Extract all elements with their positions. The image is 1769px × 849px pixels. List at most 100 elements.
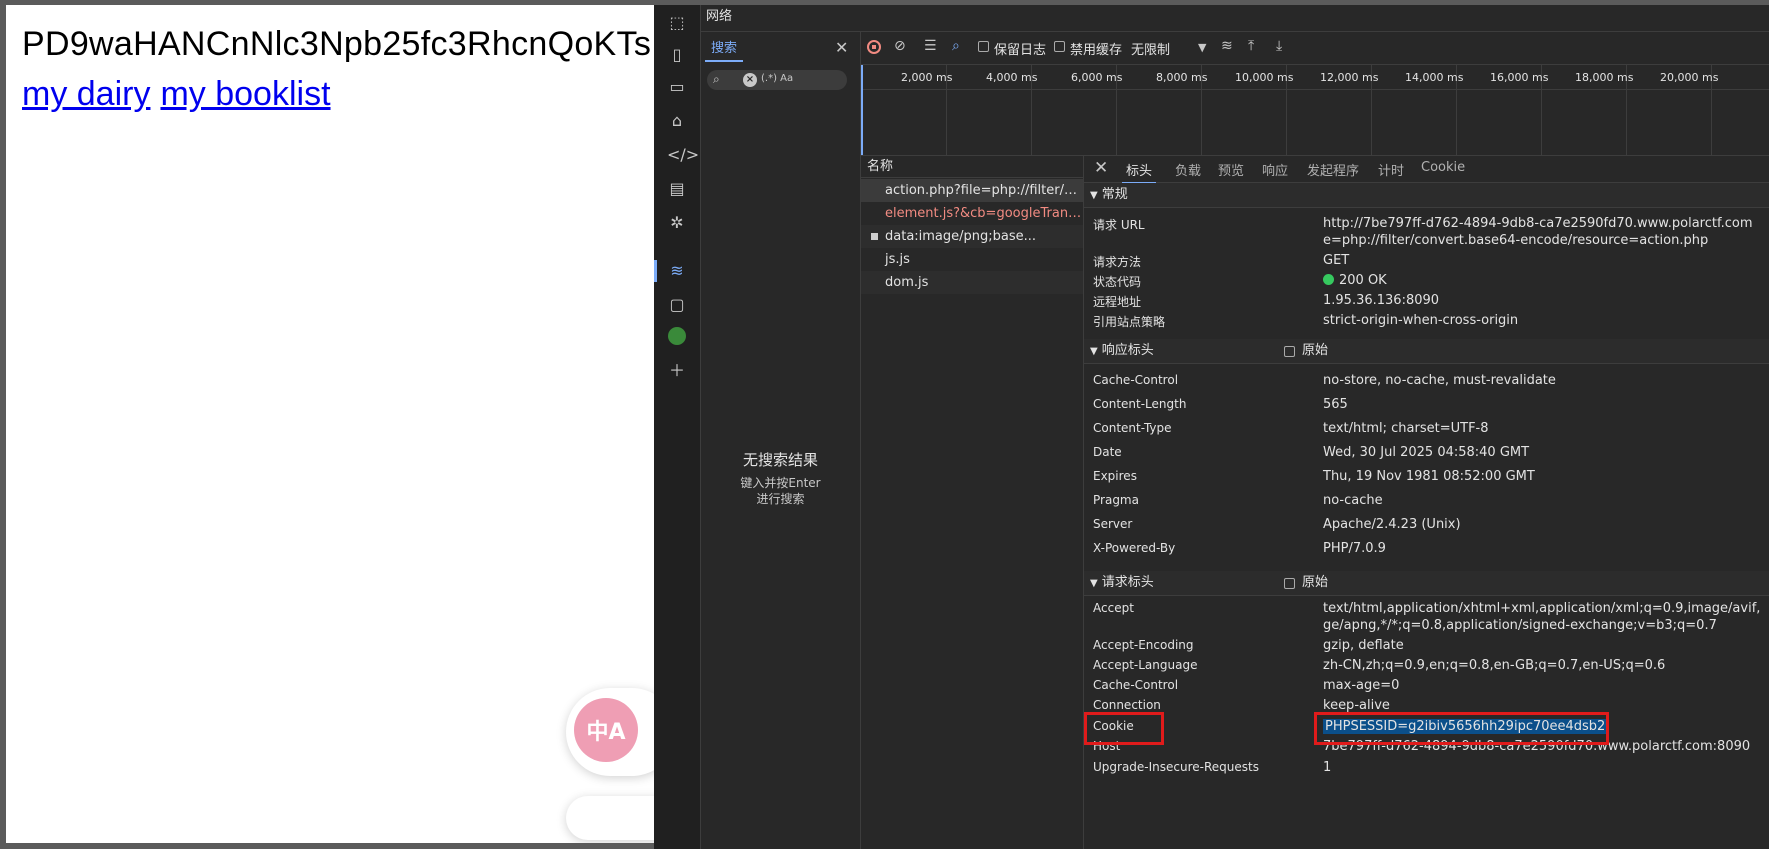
tick-label: 4,000 ms [986, 71, 1038, 84]
download-icon[interactable]: ⤓ [1276, 38, 1282, 54]
clear-log-icon[interactable]: ⊘ [894, 38, 906, 54]
header-key: Accept-Language [1093, 658, 1198, 672]
header-value: max-age=0 [1323, 678, 1400, 693]
header-value: Wed, 30 Jul 2025 04:58:40 GMT [1323, 445, 1530, 460]
throttling-select[interactable]: 无限制 [1131, 39, 1170, 58]
search-pane: 搜索 ✕ ⌕ × (.*) Aa 无搜索结果 键入并按Enter 进行搜索 [701, 32, 861, 849]
header-key: 请求方法 [1093, 255, 1142, 269]
hint-line: 键入并按Enter [740, 476, 821, 490]
request-row-js[interactable]: js.js [861, 248, 1083, 271]
header-key: Connection [1093, 698, 1161, 712]
chevron-down-icon[interactable]: ▼ [1198, 41, 1206, 54]
header-value: 1.95.36.136:8090 [1323, 293, 1440, 308]
request-headers-section-header[interactable]: ▼ 请求标头 原始 [1084, 571, 1769, 596]
response-headers-section-header[interactable]: ▼ 响应标头 原始 [1084, 339, 1769, 364]
disable-cache-label: 禁用缓存 [1070, 43, 1123, 58]
hint-line: 进行搜索 [756, 492, 805, 506]
translate-icon[interactable]: 中A [574, 698, 638, 762]
upload-icon[interactable]: ⤒ [1248, 38, 1254, 54]
console-icon[interactable]: ▤ [667, 179, 687, 199]
bug-icon[interactable]: ✲ [667, 213, 687, 233]
add-tool-icon[interactable]: ＋ [667, 361, 687, 381]
tick-label: 20,000 ms [1660, 71, 1719, 84]
detail-tabs: ✕ 标头 负载 预览 响应 发起程序 计时 Cookie [1084, 156, 1769, 184]
tab-response[interactable]: 响应 [1262, 160, 1288, 179]
record-stop-icon[interactable] [867, 40, 881, 54]
inspect-icon[interactable]: ⬚ [667, 13, 687, 33]
header-value: keep-alive [1323, 698, 1390, 713]
tab-initiator[interactable]: 发起程序 [1307, 160, 1359, 179]
header-key: 状态代码 [1093, 275, 1142, 289]
expand-arrow-icon: ▼ [1090, 190, 1098, 201]
tab-preview[interactable]: 预览 [1218, 160, 1244, 179]
home-icon[interactable]: ⌂ [667, 111, 687, 131]
general-section-header[interactable]: ▼ 常规 [1084, 183, 1769, 208]
request-row-dom-js[interactable]: dom.js [861, 271, 1083, 294]
cookie-value-annotation [1314, 712, 1609, 745]
tick-label: 16,000 ms [1490, 71, 1549, 84]
close-icon[interactable]: ✕ [835, 38, 848, 57]
raw-checkbox[interactable] [1284, 578, 1295, 589]
close-icon[interactable]: ✕ [1094, 158, 1108, 178]
tab-search[interactable]: 搜索 [705, 38, 744, 62]
network-wifi-icon[interactable]: ≋ [667, 261, 687, 281]
my-dairy-link[interactable]: my dairy [22, 75, 150, 113]
tick-label: 12,000 ms [1320, 71, 1379, 84]
search-icon[interactable]: ⌕ [952, 38, 960, 54]
elements-icon[interactable]: ▭ [667, 77, 687, 97]
no-result-title: 无搜索结果 [742, 451, 818, 469]
tick-label: 14,000 ms [1405, 71, 1464, 84]
header-key: Accept [1093, 601, 1134, 615]
header-value: no-cache [1323, 493, 1383, 508]
request-list: 名称 action.php?file=php://filter/con... e… [861, 156, 1084, 849]
header-key: Upgrade-Insecure-Requests [1093, 760, 1259, 774]
raw-checkbox[interactable] [1284, 346, 1295, 357]
preserve-log-checkbox[interactable] [978, 41, 989, 52]
section-title: 常规 [1101, 187, 1128, 202]
clear-icon[interactable]: × [743, 73, 757, 87]
header-value: strict-origin-when-cross-origin [1323, 313, 1519, 328]
tab-cookie[interactable]: Cookie [1421, 160, 1465, 175]
device-toolbar-icon[interactable]: ▯ [667, 45, 687, 65]
extension-icon[interactable] [667, 327, 687, 347]
header-key: Cache-Control [1093, 373, 1179, 387]
tab-payload[interactable]: 负载 [1175, 160, 1201, 179]
header-key: 远程地址 [1093, 295, 1142, 309]
image-icon [871, 233, 878, 240]
header-value: gzip, deflate [1323, 638, 1404, 653]
search-input[interactable]: ⌕ × (.*) Aa [707, 70, 847, 90]
tab-timing[interactable]: 计时 [1378, 160, 1404, 179]
tick-label: 6,000 ms [1071, 71, 1123, 84]
my-booklist-link[interactable]: my booklist [160, 75, 330, 113]
header-value: 565 [1323, 397, 1348, 412]
search-icon: ⌕ [713, 72, 720, 86]
tick-label: 18,000 ms [1575, 71, 1634, 84]
devtools-panel: ⬚ ▯ ▭ ⌂ </> ▤ ✲ ≋ ▢ ＋ 网络 搜索 ✕ ⌕ × (.*) A… [654, 5, 1769, 849]
status-text: 200 OK [1339, 273, 1387, 288]
header-value: 1 [1323, 760, 1332, 775]
status-ok-icon [1323, 274, 1334, 285]
preserve-log-label: 保留日志 [994, 43, 1047, 58]
regex-case-options[interactable]: (.*) Aa [761, 73, 793, 84]
network-toolbar: ⊘ ☰ ⌕ 保留日志 禁用缓存 无限制 ▼ ≋ ⤒ ⤓ [861, 32, 1769, 65]
tick-label: 8,000 ms [1156, 71, 1208, 84]
tab-headers[interactable]: 标头 [1122, 160, 1157, 184]
header-value: e=php://filter/convert.base64-encode/res… [1323, 233, 1709, 248]
request-details: ✕ 标头 负载 预览 响应 发起程序 计时 Cookie ▼ 常规 请求 URL … [1084, 156, 1769, 849]
disable-cache-checkbox[interactable] [1054, 41, 1065, 52]
active-indicator [654, 260, 657, 282]
name-column-header[interactable]: 名称 [861, 156, 1083, 178]
request-row-data-image[interactable]: data:image/png;base... [861, 225, 1083, 248]
application-icon[interactable]: ▢ [667, 295, 687, 315]
header-value: text/html; charset=UTF-8 [1323, 421, 1489, 436]
timeline-overview[interactable]: 2,000 ms 4,000 ms 6,000 ms 8,000 ms 10,0… [861, 65, 1769, 156]
header-key: Expires [1093, 469, 1137, 483]
network-conditions-icon[interactable]: ≋ [1221, 38, 1233, 54]
request-row-action[interactable]: action.php?file=php://filter/con... [861, 179, 1083, 202]
header-key: Cache-Control [1093, 678, 1179, 692]
filter-icon[interactable]: ☰ [924, 38, 937, 54]
request-row-element-js[interactable]: element.js?&cb=googleTranslat... [861, 202, 1083, 225]
sources-icon[interactable]: </> [667, 145, 699, 165]
section-title: 请求标头 [1101, 575, 1154, 590]
floating-widget[interactable] [566, 796, 654, 840]
